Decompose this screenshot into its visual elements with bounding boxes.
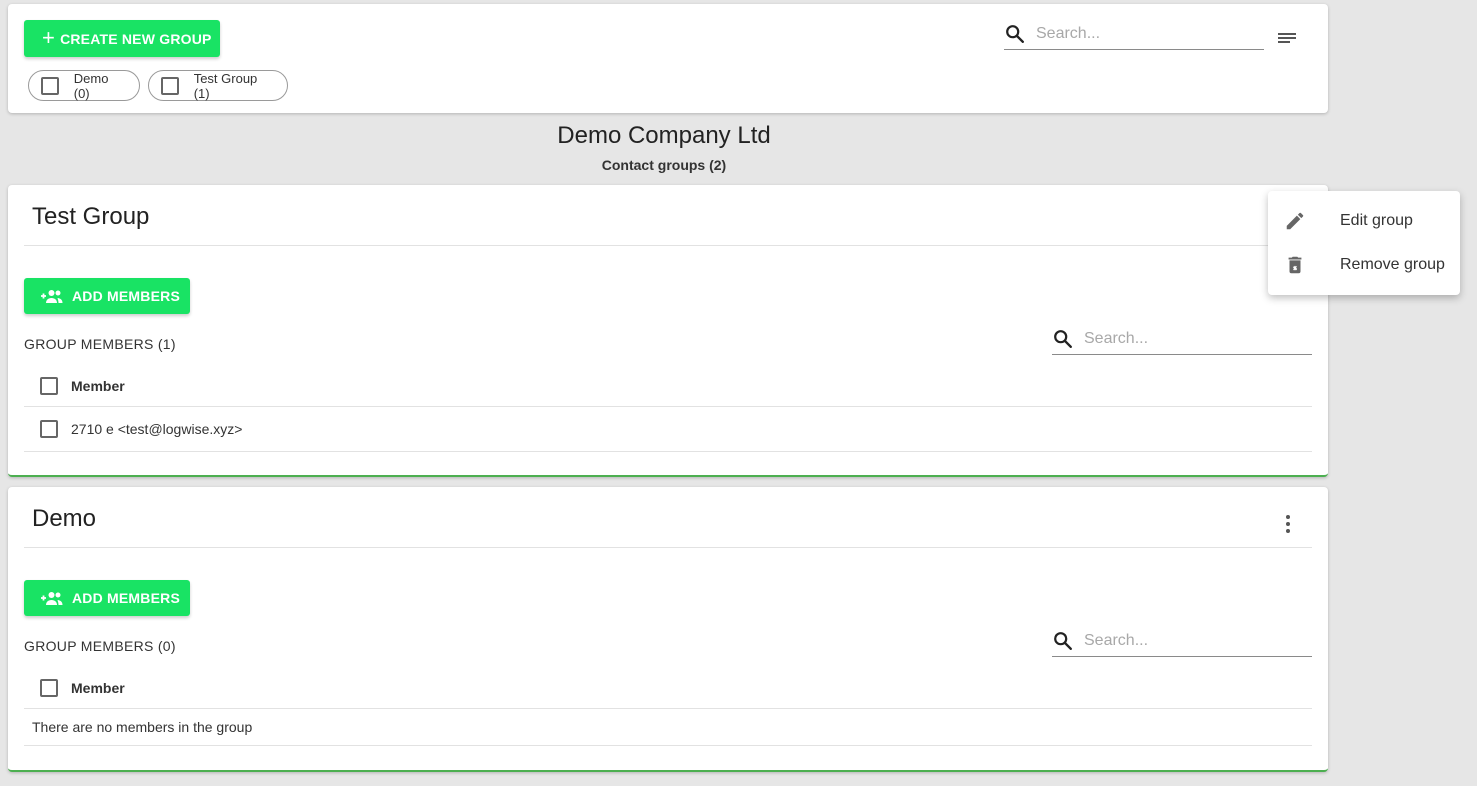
toolbar-card: + CREATE NEW GROUP Demo (0) Test Group (… (8, 4, 1328, 113)
add-members-button[interactable]: ADD MEMBERS (24, 580, 190, 616)
members-search (1052, 625, 1312, 657)
add-people-icon (41, 592, 63, 605)
sort-lines-icon[interactable] (1276, 30, 1298, 46)
add-members-label: ADD MEMBERS (72, 288, 180, 304)
menu-item-edit-group[interactable]: Edit group (1268, 199, 1460, 243)
add-members-label: ADD MEMBERS (72, 590, 180, 606)
empty-members-message: There are no members in the group (24, 709, 1312, 746)
menu-item-remove-group[interactable]: Remove group (1268, 243, 1460, 287)
group-card-test-group: Test Group ADD MEMBERS GROUP MEMBERS (1)… (8, 185, 1328, 477)
company-title: Demo Company Ltd (557, 122, 771, 149)
toolbar-search (1004, 18, 1264, 50)
create-group-label: CREATE NEW GROUP (60, 30, 212, 47)
select-all-checkbox[interactable] (40, 679, 58, 697)
group-title: Test Group (32, 203, 150, 230)
divider (24, 547, 1312, 548)
menu-item-label: Remove group (1340, 256, 1445, 273)
filter-chip-demo[interactable]: Demo (0) (28, 70, 140, 101)
search-icon (1054, 631, 1072, 650)
group-card-demo: Demo ADD MEMBERS GROUP MEMBERS (0) Membe… (8, 487, 1328, 772)
add-members-button[interactable]: ADD MEMBERS (24, 278, 190, 314)
search-icon (1054, 329, 1072, 348)
group-members-label: GROUP MEMBERS (0) (24, 638, 176, 654)
group-title: Demo (32, 505, 97, 532)
table-header: Member (24, 668, 1312, 709)
chip-label: Test Group (1) (193, 70, 258, 101)
plus-icon: + (42, 24, 56, 50)
menu-item-label: Edit group (1340, 212, 1413, 229)
group-members-label: GROUP MEMBERS (1) (24, 336, 176, 352)
chip-checkbox[interactable] (41, 76, 59, 95)
search-input[interactable] (1036, 24, 1236, 43)
members-search-input[interactable] (1084, 329, 1284, 348)
select-all-checkbox[interactable] (40, 377, 58, 395)
divider (24, 245, 1312, 246)
pencil-icon (1286, 212, 1304, 230)
groups-count: Contact groups (2) (601, 157, 727, 173)
table-header: Member (24, 366, 1312, 407)
members-search-input[interactable] (1084, 631, 1284, 650)
group-context-menu: Edit group Remove group (1268, 191, 1460, 295)
more-vert-icon[interactable] (1280, 513, 1296, 535)
member-column-header: Member (71, 680, 125, 696)
search-icon (1006, 24, 1024, 43)
row-checkbox[interactable] (40, 420, 58, 438)
add-people-icon (41, 290, 63, 303)
member-cell: 2710 e <test@logwise.xyz> (71, 421, 243, 437)
members-search (1052, 323, 1312, 355)
table-row: 2710 e <test@logwise.xyz> (24, 407, 1312, 452)
filter-chip-test-group[interactable]: Test Group (1) (148, 70, 288, 101)
chip-checkbox[interactable] (161, 76, 179, 95)
chip-label: Demo (0) (73, 70, 109, 101)
create-group-button[interactable]: + CREATE NEW GROUP (24, 20, 220, 57)
member-column-header: Member (71, 378, 125, 394)
trash-icon (1288, 256, 1302, 274)
